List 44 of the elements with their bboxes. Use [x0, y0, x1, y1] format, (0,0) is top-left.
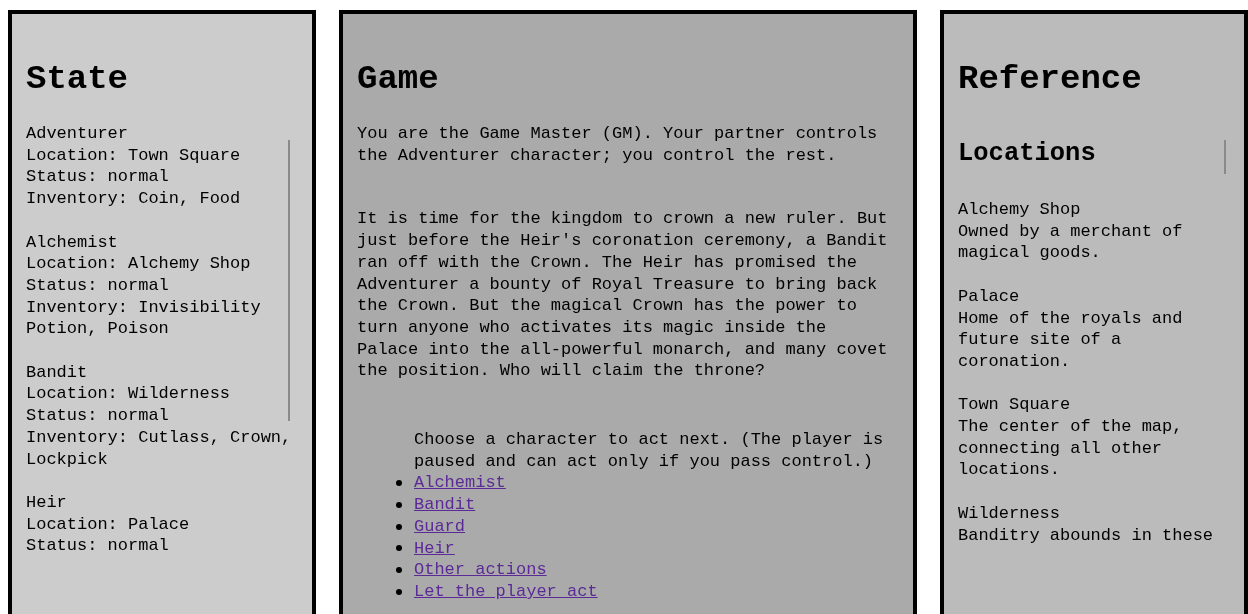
character-detail: Location: Wilderness [26, 383, 232, 406]
action-link[interactable]: Heir [414, 537, 455, 560]
story-paragraph: It is time for the kingdom to crown a new ruler. But just before the Heir's coronation ceremony, a Bandit ran off with the Crown. The Heir has promised the Adventurer a bounty of Royal Treasure to bring back the Crown. But the magical Crown has the power to turn anyone who activates its magic inside the Palace into the all-powerful monarch, and many covet the position. Who will claim the throne? [357, 208, 889, 383]
action-link[interactable]: Bandit [414, 494, 476, 516]
character-name: Heir [26, 491, 68, 514]
scrollbar-thumb[interactable] [1224, 140, 1226, 174]
location-description: Home of the royals and future site of a coronation. [958, 307, 1184, 373]
location-name: Palace [958, 285, 1021, 308]
character-name: Adventurer [26, 123, 130, 145]
panel-title: Reference [958, 59, 1143, 100]
character-detail: Status: normal [26, 274, 170, 297]
action-link[interactable]: Alchemist [414, 472, 506, 495]
section-title: Locations [958, 138, 1096, 170]
location-description: The center of the map, connecting all other locations. [958, 416, 1184, 482]
bullet-icon [396, 480, 402, 487]
character-name: Alchemist [26, 231, 119, 254]
character-detail: Inventory: Invisibility Potion, Poison [26, 296, 262, 340]
character-detail: Inventory: Coin, Food [26, 188, 242, 210]
character-detail: Location: Town Square [26, 144, 242, 167]
bullet-icon [396, 567, 402, 574]
story-paragraph: You are the Game Master (GM). Your partner controls the Adventurer character; you control the rest. [357, 123, 879, 167]
location-description: Owned by a merchant of magical goods. [958, 220, 1184, 265]
character-name: Bandit [26, 361, 89, 384]
location-description: Banditry abounds in these [958, 524, 1215, 547]
scrollbar-thumb[interactable] [288, 140, 290, 421]
action-link[interactable]: Guard [414, 515, 465, 538]
bullet-icon [396, 523, 402, 530]
action-link[interactable]: Other actions [414, 559, 547, 581]
action-link[interactable]: Let the player act [414, 580, 598, 603]
choice-prompt: Choose a character to act next. (The player is paused and can act only if you pass control.) [414, 429, 885, 473]
bullet-icon [396, 588, 402, 595]
character-detail: Status: normal [26, 405, 170, 427]
panel-title: Game [357, 59, 440, 100]
character-detail: Status: normal [26, 535, 170, 557]
character-detail: Location: Palace [26, 513, 191, 536]
character-detail: Inventory: Cutlass, Crown, Lockpick [26, 426, 293, 471]
bullet-icon [396, 545, 402, 552]
character-detail: Status: normal [26, 166, 170, 189]
location-name: Alchemy Shop [958, 199, 1082, 221]
panel-title: State [26, 59, 130, 100]
location-name: Town Square [958, 394, 1072, 416]
character-detail: Location: Alchemy Shop [26, 253, 252, 275]
bullet-icon [396, 502, 402, 508]
location-name: Wilderness [958, 502, 1062, 525]
